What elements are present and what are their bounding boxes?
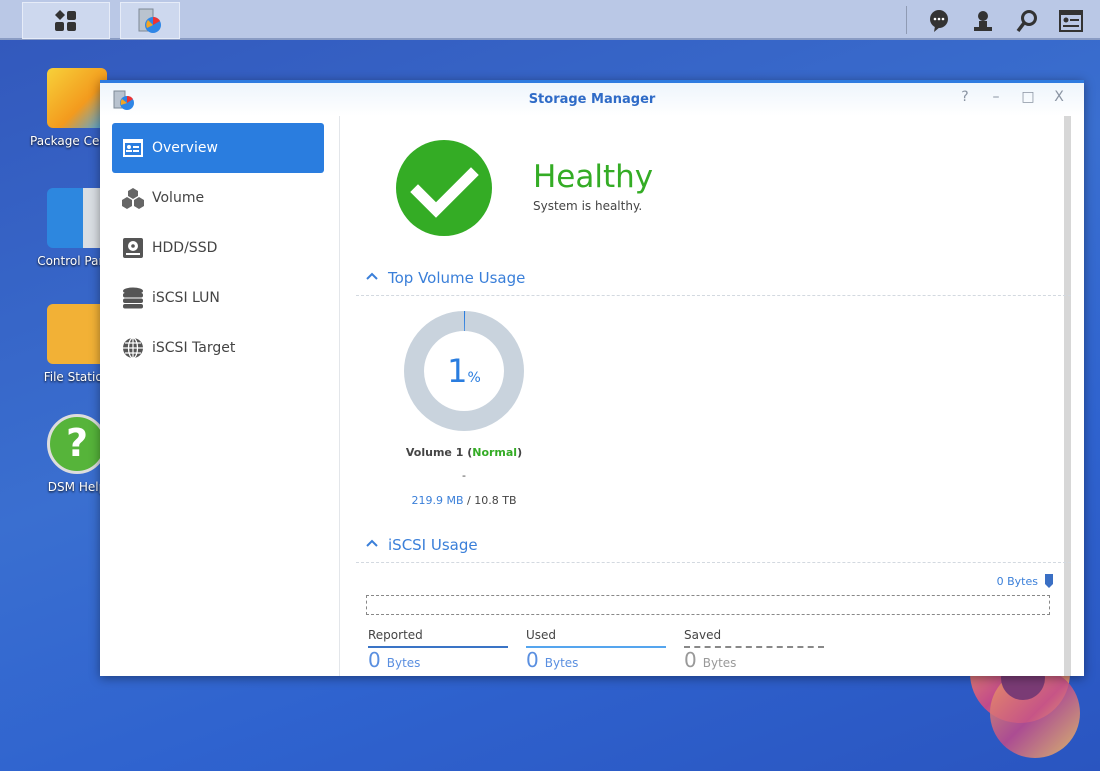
iscsi-usage-bar bbox=[366, 595, 1050, 615]
sidebar-item-iscsi-target[interactable]: iSCSI Target bbox=[112, 323, 324, 373]
help-icon: ? bbox=[47, 414, 107, 474]
volume-capacity: 219.9 MB / 10.8 TB bbox=[411, 494, 517, 507]
top-volume-usage-header[interactable]: Top Volume Usage bbox=[356, 266, 1071, 296]
maximize-button[interactable]: □ bbox=[1018, 89, 1038, 109]
widget-card-icon bbox=[1059, 10, 1083, 32]
stat-saved: Saved 0 Bytes bbox=[684, 628, 824, 673]
chevron-up-icon bbox=[366, 272, 378, 280]
sidebar-item-hdd-ssd[interactable]: HDD/SSD bbox=[112, 223, 324, 273]
window-titlebar[interactable]: Storage Manager ? – □ X bbox=[100, 83, 1084, 116]
volume-usage-percent: 1% bbox=[447, 352, 481, 390]
sidebar-item-iscsi-lun[interactable]: iSCSI LUN bbox=[112, 273, 324, 323]
overview-icon bbox=[123, 139, 143, 157]
iscsi-usage-header[interactable]: iSCSI Usage bbox=[356, 533, 1071, 563]
sidebar-item-volume[interactable]: Volume bbox=[112, 173, 324, 223]
database-icon bbox=[123, 287, 143, 309]
healthy-check-icon bbox=[396, 140, 492, 236]
taskbar-separator bbox=[906, 6, 907, 34]
storage-manager-window: Storage Manager ? – □ X Overview Volume … bbox=[100, 80, 1084, 676]
widgets-button[interactable] bbox=[1056, 6, 1086, 36]
overview-panel: Healthy System is healthy. Top Volume Us… bbox=[341, 116, 1084, 676]
cubes-icon bbox=[122, 188, 144, 209]
chevron-up-icon bbox=[366, 539, 378, 547]
stat-used: Used 0 Bytes bbox=[526, 628, 666, 673]
window-title: Storage Manager bbox=[528, 92, 656, 107]
folder-icon bbox=[47, 304, 107, 364]
health-status: Healthy bbox=[533, 159, 654, 195]
sidebar-item-overview[interactable]: Overview bbox=[112, 123, 324, 173]
close-button[interactable]: X bbox=[1049, 89, 1069, 109]
disk-icon bbox=[123, 238, 143, 258]
search-icon bbox=[1016, 10, 1037, 33]
user-button[interactable] bbox=[968, 6, 998, 36]
health-message: System is healthy. bbox=[533, 199, 643, 213]
chat-bubble-icon bbox=[930, 10, 948, 32]
search-button[interactable] bbox=[1012, 6, 1042, 36]
help-button[interactable]: ? bbox=[955, 89, 975, 109]
scrollbar[interactable] bbox=[1064, 116, 1071, 676]
taskbar bbox=[0, 0, 1100, 40]
volume-name[interactable]: Volume 1 (Normal) bbox=[364, 446, 564, 459]
globe-icon bbox=[123, 337, 143, 359]
taskbar-storage-manager[interactable] bbox=[120, 2, 180, 39]
iscsi-bar-label: 0 Bytes bbox=[996, 575, 1038, 588]
control-panel-icon bbox=[47, 188, 107, 248]
sidebar: Overview Volume HDD/SSD iSCSI LUN iSCSI … bbox=[100, 116, 340, 676]
stat-reported: Reported 0 Bytes bbox=[368, 628, 508, 673]
marker-icon bbox=[1045, 574, 1053, 588]
storage-manager-icon bbox=[138, 8, 161, 33]
user-icon bbox=[974, 11, 992, 31]
volume-status: Normal bbox=[472, 446, 518, 459]
package-center-icon bbox=[47, 68, 107, 128]
volume-description: - bbox=[462, 469, 466, 482]
minimize-button[interactable]: – bbox=[986, 89, 1006, 109]
main-menu-button[interactable] bbox=[22, 2, 110, 39]
notifications-button[interactable] bbox=[924, 6, 954, 36]
main-menu-icon bbox=[55, 9, 76, 31]
